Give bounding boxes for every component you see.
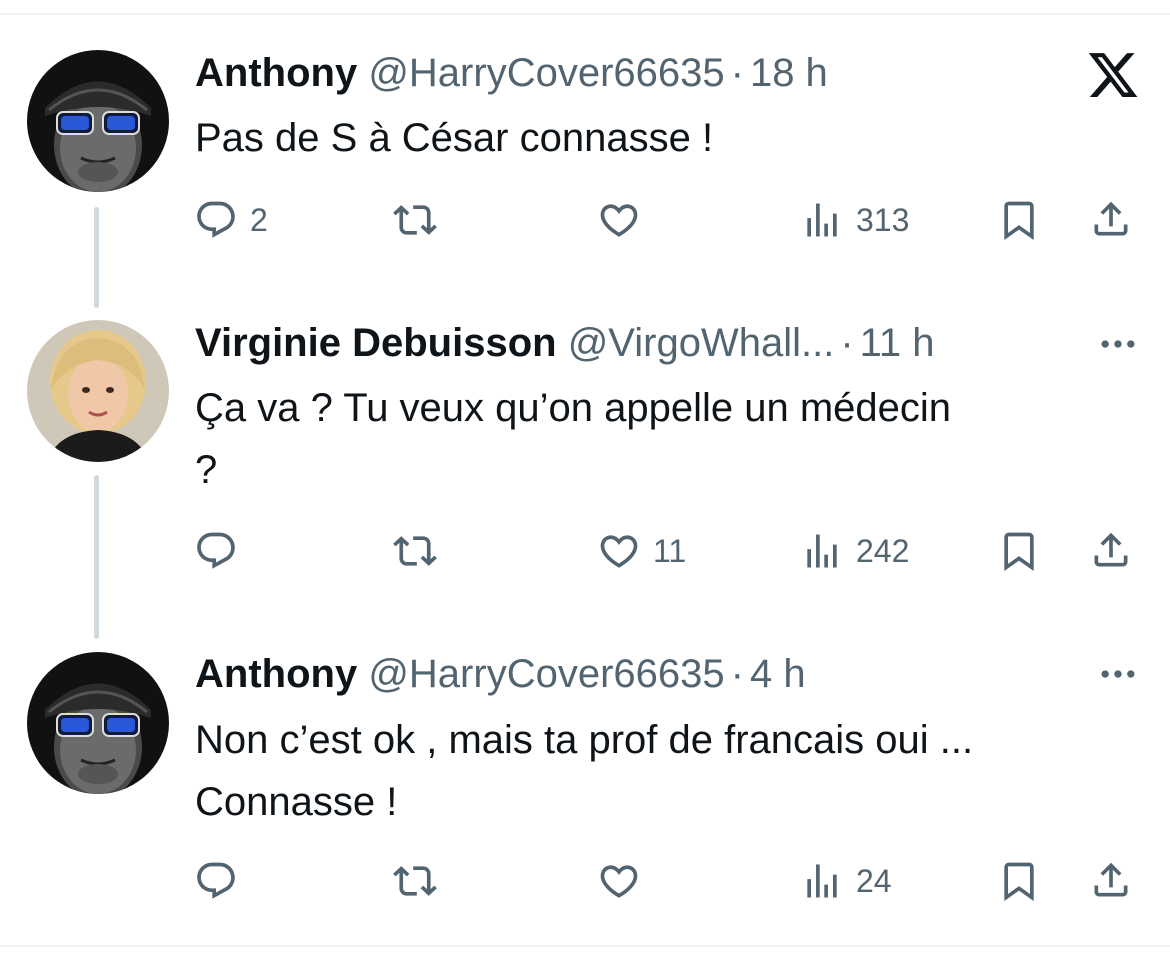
view-count: 242 [856, 532, 910, 569]
tweet-header: Anthony @HarryCover66635 · 18 h [195, 49, 828, 97]
retweet-button[interactable] [393, 529, 437, 573]
tweet-text: Non c’est ok , mais ta prof de francais … [195, 718, 974, 824]
retweet-button[interactable] [393, 198, 437, 242]
separator: · [840, 321, 854, 365]
retweet-icon [393, 859, 437, 903]
view-count: 313 [856, 201, 910, 238]
reply-button[interactable] [194, 529, 238, 573]
tweet-header: Virginie Debuisson @VirgoWhall... · 11 h [195, 319, 935, 367]
reply-icon [194, 859, 238, 903]
avatar[interactable] [27, 50, 169, 192]
more-icon [1096, 322, 1140, 366]
retweet-button[interactable] [393, 859, 437, 903]
share-button[interactable] [1089, 197, 1133, 241]
retweet-icon [393, 198, 437, 242]
timestamp[interactable]: 18 h [750, 51, 828, 95]
tweet-header: Anthony @HarryCover66635 · 4 h [195, 650, 806, 698]
like-button[interactable] [597, 198, 641, 242]
author-name[interactable]: Virginie Debuisson [195, 321, 557, 365]
heart-icon [597, 529, 641, 573]
like-count: 11 [653, 532, 687, 569]
like-button[interactable]: 11 [597, 529, 686, 573]
author-handle[interactable]: @VirgoWhall... [568, 321, 835, 365]
views-button[interactable]: 24 [800, 859, 892, 903]
tweet[interactable]: Virginie Debuisson @VirgoWhall... · 11 h Ç… [0, 300, 1170, 639]
share-icon [1089, 197, 1133, 241]
thread-line [94, 475, 99, 639]
thread-line [94, 207, 99, 308]
more-button[interactable] [1096, 652, 1140, 701]
bookmark-icon [997, 198, 1041, 242]
more-icon [1096, 652, 1140, 696]
author-handle[interactable]: @HarryCover66635 [368, 51, 724, 95]
like-button[interactable] [597, 859, 641, 903]
bottom-divider [0, 945, 1170, 947]
reply-button[interactable]: 2 [194, 198, 268, 242]
bookmark-button[interactable] [997, 529, 1041, 573]
bookmark-icon [997, 529, 1041, 573]
author-name[interactable]: Anthony [195, 51, 357, 95]
view-count: 24 [856, 862, 892, 899]
views-icon [800, 529, 844, 573]
bookmark-button[interactable] [997, 859, 1041, 903]
avatar[interactable] [27, 652, 169, 794]
views-button[interactable]: 313 [800, 198, 909, 242]
heart-icon [597, 859, 641, 903]
more-button[interactable] [1096, 322, 1140, 371]
reply-count: 2 [250, 201, 268, 238]
tweet-text: Ça va ? Tu veux qu’on appelle un médecin… [195, 386, 952, 492]
share-button[interactable] [1089, 528, 1133, 572]
views-button[interactable]: 242 [800, 529, 909, 573]
tweet[interactable]: Anthony @HarryCover66635 · 4 h Non c’est o… [0, 630, 1170, 945]
timestamp[interactable]: 11 h [860, 321, 935, 365]
share-icon [1089, 528, 1133, 572]
author-handle[interactable]: @HarryCover66635 [368, 652, 724, 696]
tweet-text: Pas de S à César connasse ! [195, 116, 714, 160]
reply-icon [194, 529, 238, 573]
reply-button[interactable] [194, 859, 238, 903]
separator: · [730, 51, 744, 95]
share-icon [1089, 858, 1133, 902]
retweet-icon [393, 529, 437, 573]
share-button[interactable] [1089, 858, 1133, 902]
timestamp[interactable]: 4 h [750, 652, 806, 696]
x-logo-icon[interactable] [1086, 48, 1140, 107]
separator: · [730, 652, 744, 696]
tweet[interactable]: Anthony @HarryCover66635 · 18 h Pas de S à… [0, 0, 1170, 308]
views-icon [800, 198, 844, 242]
author-name[interactable]: Anthony [195, 652, 357, 696]
avatar[interactable] [27, 320, 169, 462]
bookmark-icon [997, 859, 1041, 903]
heart-icon [597, 198, 641, 242]
bookmark-button[interactable] [997, 198, 1041, 242]
reply-icon [194, 198, 238, 242]
views-icon [800, 859, 844, 903]
